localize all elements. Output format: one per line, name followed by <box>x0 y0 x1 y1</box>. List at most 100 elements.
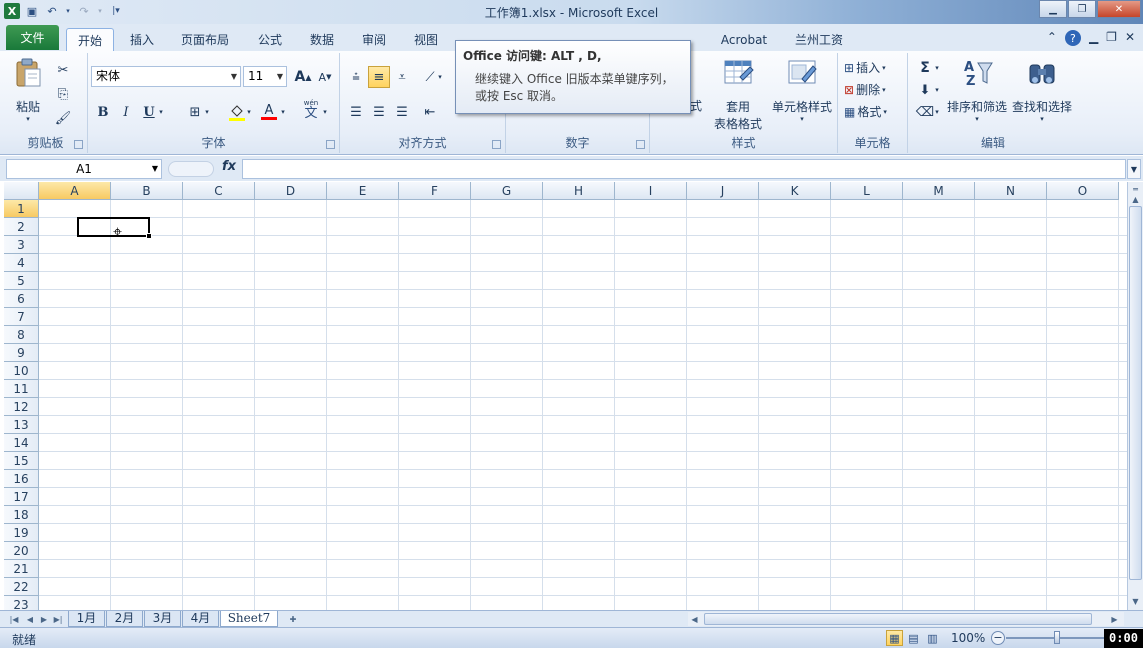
autosum-dropdown-icon[interactable]: ▾ <box>932 57 942 79</box>
row-header-7[interactable]: 7 <box>4 308 39 326</box>
select-all-button[interactable] <box>4 182 39 200</box>
font-name-combo[interactable]: 宋体 ▼ <box>91 66 241 87</box>
column-header-g[interactable]: G <box>471 182 543 200</box>
tab-review[interactable]: 审阅 <box>354 28 394 51</box>
phonetic-dropdown-icon[interactable]: ▾ <box>320 101 330 123</box>
column-header-h[interactable]: H <box>543 182 615 200</box>
font-size-dropdown-icon[interactable]: ▼ <box>277 67 283 86</box>
tab-formulas[interactable]: 公式 <box>250 28 290 51</box>
find-select-button[interactable]: 查找和选择 ▾ <box>1010 57 1074 123</box>
doc-minimize-icon[interactable]: ▁ <box>1089 30 1098 46</box>
row-header-13[interactable]: 13 <box>4 416 39 434</box>
format-cells-dropdown-icon[interactable]: ▾ <box>883 108 887 116</box>
row-header-3[interactable]: 3 <box>4 236 39 254</box>
font-color-button[interactable]: A <box>258 101 280 123</box>
minimize-ribbon-icon[interactable]: ⌃ <box>1047 30 1057 46</box>
sheet-tab-2[interactable]: 2月 <box>106 611 143 627</box>
horizontal-scroll-thumb[interactable] <box>704 613 1092 625</box>
cell-area[interactable]: ⌖ <box>39 200 1127 610</box>
paste-dropdown-icon[interactable]: ▾ <box>10 115 46 123</box>
bottom-align-icon[interactable]: ⩡ <box>391 66 413 88</box>
insert-cells-button[interactable]: ⊞ 插入 ▾ <box>844 59 886 76</box>
column-header-l[interactable]: L <box>831 182 903 200</box>
zoom-slider-thumb[interactable] <box>1054 631 1060 644</box>
delete-cells-button[interactable]: ⊠ 删除 ▾ <box>844 81 886 98</box>
top-align-icon[interactable]: ⩮ <box>345 66 367 88</box>
clipboard-launcher-icon[interactable] <box>74 140 83 149</box>
tab-data[interactable]: 数据 <box>302 28 342 51</box>
vertical-scroll-thumb[interactable] <box>1129 206 1142 580</box>
font-launcher-icon[interactable] <box>326 140 335 149</box>
insert-cells-dropdown-icon[interactable]: ▾ <box>882 64 886 72</box>
sheet-tab-3[interactable]: 3月 <box>144 611 181 627</box>
format-painter-icon[interactable]: 🖌 <box>52 107 74 129</box>
fill-color-dropdown-icon[interactable]: ▾ <box>244 101 254 123</box>
row-header-15[interactable]: 15 <box>4 452 39 470</box>
find-select-dropdown-icon[interactable]: ▾ <box>1010 115 1074 123</box>
column-header-i[interactable]: I <box>615 182 687 200</box>
delete-cells-dropdown-icon[interactable]: ▾ <box>882 86 886 94</box>
column-header-k[interactable]: K <box>759 182 831 200</box>
italic-button[interactable]: I <box>115 101 137 123</box>
clear-dropdown-icon[interactable]: ▾ <box>932 101 942 123</box>
next-sheet-icon[interactable]: ▶ <box>38 612 50 626</box>
number-launcher-icon[interactable] <box>636 140 645 149</box>
column-header-n[interactable]: N <box>975 182 1047 200</box>
row-header-11[interactable]: 11 <box>4 380 39 398</box>
column-header-e[interactable]: E <box>327 182 399 200</box>
phonetic-guide-button[interactable]: wén 文 <box>300 99 322 121</box>
row-header-9[interactable]: 9 <box>4 344 39 362</box>
page-layout-view-icon[interactable]: ▤ <box>905 630 922 646</box>
row-header-2[interactable]: 2 <box>4 218 39 236</box>
fill-handle[interactable] <box>146 233 152 239</box>
shrink-font-button[interactable]: A ▼ <box>314 66 336 88</box>
minimize-button[interactable]: ▁ <box>1039 0 1067 18</box>
paste-button[interactable]: 粘贴 ▾ <box>10 57 46 123</box>
scroll-down-icon[interactable]: ▼ <box>1129 594 1142 608</box>
help-icon[interactable]: ? <box>1064 30 1081 46</box>
cut-icon[interactable]: ✂ <box>52 59 74 81</box>
row-header-18[interactable]: 18 <box>4 506 39 524</box>
vertical-scrollbar[interactable]: ═ ▲ ▼ <box>1127 182 1143 610</box>
sheet-tab-4[interactable]: 4月 <box>182 611 219 627</box>
cell-styles-dropdown-icon[interactable]: ▾ <box>770 115 834 123</box>
column-header-d[interactable]: D <box>255 182 327 200</box>
tab-view[interactable]: 视图 <box>406 28 446 51</box>
column-header-o[interactable]: O <box>1047 182 1119 200</box>
tab-insert[interactable]: 插入 <box>122 28 162 51</box>
cell-styles-button[interactable]: 单元格样式 ▾ <box>770 57 834 123</box>
font-name-dropdown-icon[interactable]: ▼ <box>231 67 237 86</box>
page-break-preview-icon[interactable]: ▥ <box>924 630 941 646</box>
tab-page-layout[interactable]: 页面布局 <box>172 28 238 51</box>
zoom-out-icon[interactable]: − <box>991 631 1005 645</box>
row-header-12[interactable]: 12 <box>4 398 39 416</box>
row-header-22[interactable]: 22 <box>4 578 39 596</box>
align-left-icon[interactable]: ☰ <box>345 101 367 123</box>
row-header-1[interactable]: 1 <box>4 200 39 218</box>
column-header-b[interactable]: B <box>111 182 183 200</box>
row-header-10[interactable]: 10 <box>4 362 39 380</box>
row-header-19[interactable]: 19 <box>4 524 39 542</box>
row-header-4[interactable]: 4 <box>4 254 39 272</box>
sheet-tab-5[interactable]: Sheet7 <box>220 611 278 627</box>
scroll-up-icon[interactable]: ▲ <box>1129 192 1142 206</box>
row-header-20[interactable]: 20 <box>4 542 39 560</box>
font-size-combo[interactable]: 11 ▼ <box>243 66 287 87</box>
sort-filter-dropdown-icon[interactable]: ▾ <box>946 115 1008 123</box>
formula-input[interactable] <box>242 159 1126 179</box>
row-header-14[interactable]: 14 <box>4 434 39 452</box>
insert-sheet-icon[interactable]: ✚ <box>284 612 302 626</box>
column-header-m[interactable]: M <box>903 182 975 200</box>
font-color-dropdown-icon[interactable]: ▾ <box>278 101 288 123</box>
row-header-16[interactable]: 16 <box>4 470 39 488</box>
orientation-dropdown-icon[interactable]: ▾ <box>435 66 445 88</box>
alignment-launcher-icon[interactable] <box>492 140 501 149</box>
zoom-level[interactable]: 100% <box>951 631 985 645</box>
prev-sheet-icon[interactable]: ◀ <box>24 612 36 626</box>
row-header-21[interactable]: 21 <box>4 560 39 578</box>
row-header-8[interactable]: 8 <box>4 326 39 344</box>
name-box[interactable]: A1 ▼ <box>6 159 162 179</box>
doc-restore-icon[interactable]: ❐ <box>1106 30 1117 46</box>
restore-button[interactable]: ❐ <box>1068 0 1096 18</box>
row-header-17[interactable]: 17 <box>4 488 39 506</box>
